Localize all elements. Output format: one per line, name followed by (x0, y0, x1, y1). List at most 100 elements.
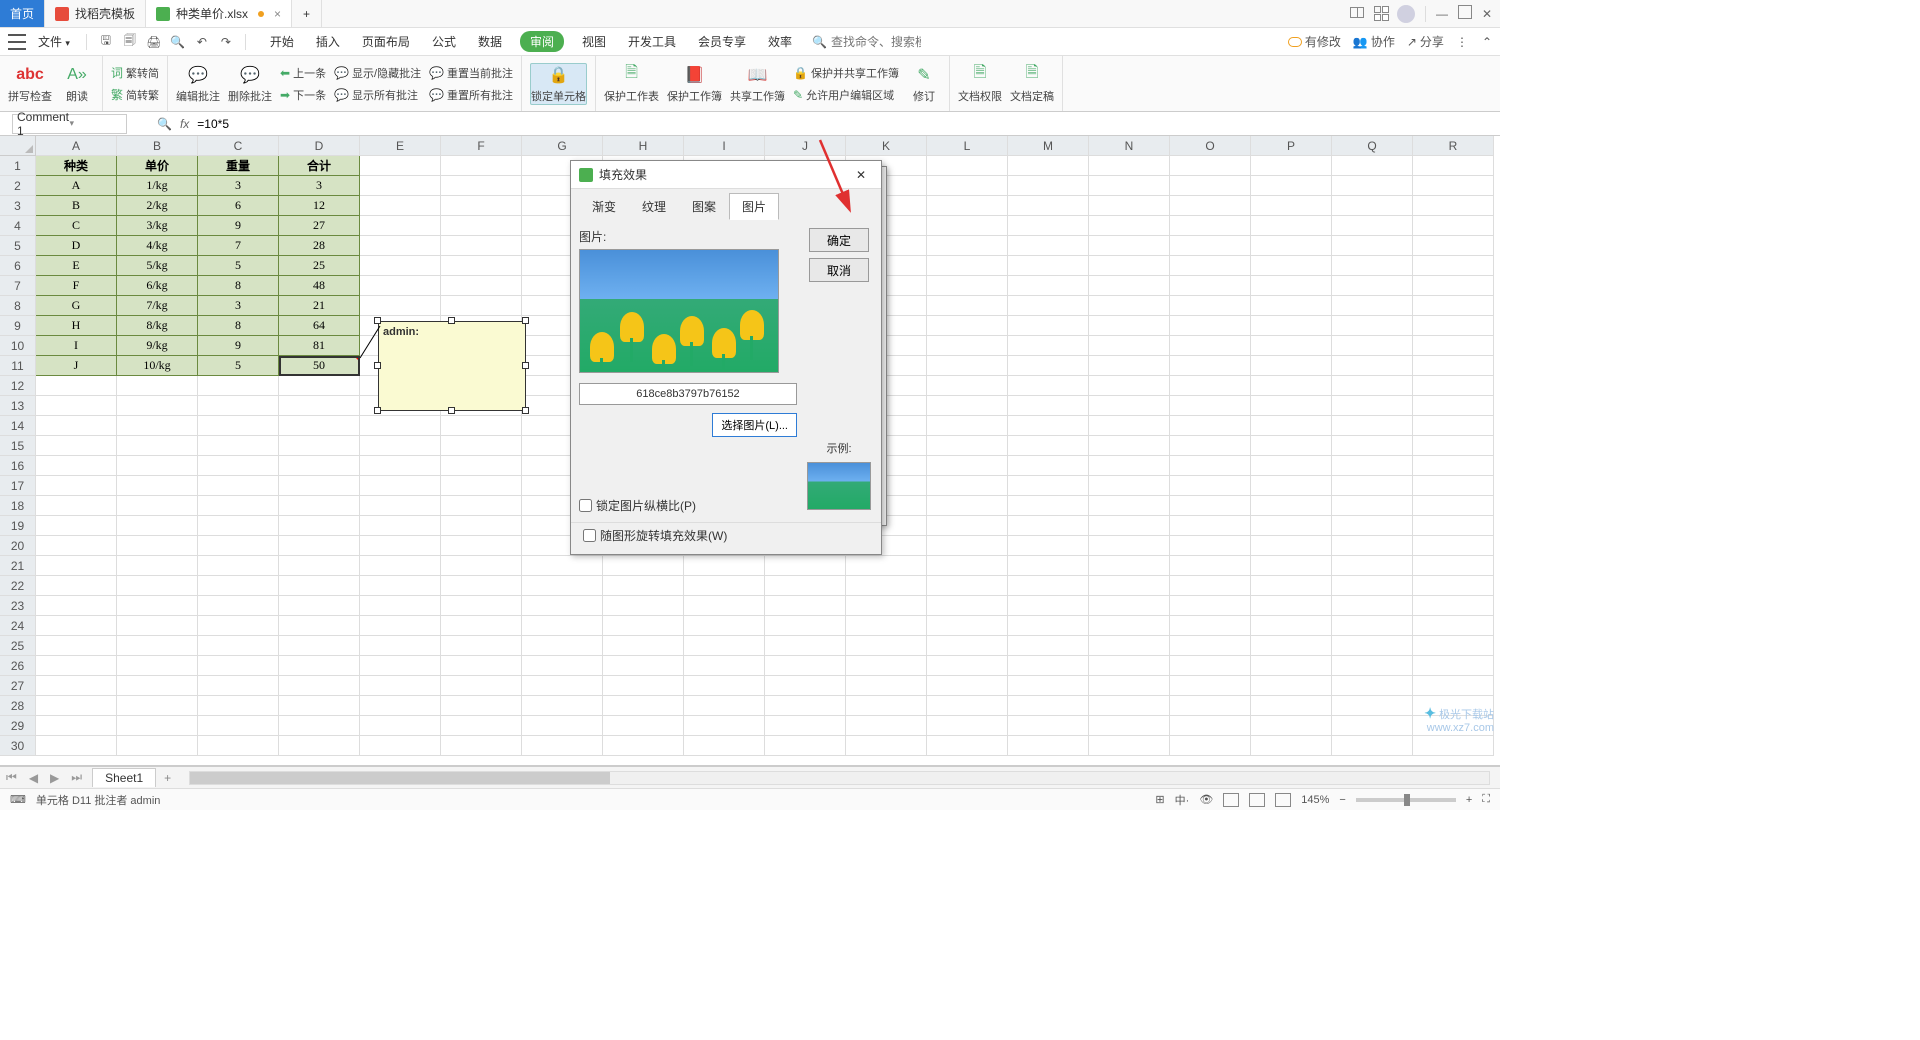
cell[interactable] (360, 636, 441, 656)
cell[interactable] (522, 676, 603, 696)
undo-icon[interactable]: ↶ (193, 35, 211, 49)
reset-all-button[interactable]: 💬重置所有批注 (429, 85, 513, 105)
cell[interactable] (1251, 296, 1332, 316)
add-sheet-button[interactable]: + (156, 771, 179, 785)
cell[interactable] (1332, 416, 1413, 436)
cell[interactable] (1251, 356, 1332, 376)
read-aloud-button[interactable]: A»朗读 (60, 64, 94, 104)
cell[interactable] (684, 556, 765, 576)
cell[interactable] (1008, 236, 1089, 256)
cell[interactable] (1008, 736, 1089, 756)
resize-handle[interactable] (522, 317, 529, 324)
sheet-nav-prev-icon[interactable]: ◀ (23, 771, 44, 785)
cell[interactable] (279, 736, 360, 756)
layout-icon[interactable] (1350, 7, 1364, 21)
cell[interactable] (1413, 636, 1494, 656)
cell[interactable] (1170, 156, 1251, 176)
cell[interactable] (279, 696, 360, 716)
allow-edit-range-button[interactable]: ✎允许用户编辑区域 (793, 85, 899, 105)
cell[interactable] (1008, 416, 1089, 436)
select-all-corner[interactable] (0, 136, 36, 156)
save-icon[interactable]: 🖫 (97, 31, 115, 52)
cell[interactable] (1332, 356, 1413, 376)
cell[interactable] (1413, 276, 1494, 296)
cell[interactable] (279, 576, 360, 596)
cell[interactable]: 7/kg (117, 296, 198, 316)
cell[interactable] (360, 556, 441, 576)
cell[interactable] (927, 516, 1008, 536)
cell[interactable] (1008, 616, 1089, 636)
cell[interactable] (1089, 656, 1170, 676)
cell[interactable] (198, 716, 279, 736)
reset-current-button[interactable]: 💬重置当前批注 (429, 63, 513, 83)
cell[interactable] (1089, 496, 1170, 516)
cell[interactable] (1332, 716, 1413, 736)
tab-gradient[interactable]: 渐变 (579, 193, 629, 220)
cell[interactable] (1413, 676, 1494, 696)
cell[interactable] (1332, 196, 1413, 216)
cell[interactable] (1089, 276, 1170, 296)
cell[interactable] (1332, 496, 1413, 516)
cell[interactable] (36, 536, 117, 556)
cell[interactable] (1170, 696, 1251, 716)
cell[interactable] (1413, 736, 1494, 756)
cell[interactable] (846, 716, 927, 736)
cell[interactable] (927, 256, 1008, 276)
cell[interactable] (36, 556, 117, 576)
cell[interactable] (927, 596, 1008, 616)
cell[interactable] (927, 476, 1008, 496)
cell[interactable] (1251, 596, 1332, 616)
cell[interactable] (1170, 336, 1251, 356)
cell[interactable] (360, 296, 441, 316)
cell[interactable] (279, 516, 360, 536)
fx-icon[interactable]: fx (180, 117, 189, 131)
cell[interactable] (117, 496, 198, 516)
cell[interactable] (1251, 496, 1332, 516)
cell[interactable] (1251, 276, 1332, 296)
cell[interactable]: H (36, 316, 117, 336)
cell[interactable] (360, 196, 441, 216)
cell[interactable] (198, 476, 279, 496)
cell[interactable]: 8 (198, 276, 279, 296)
cell[interactable] (1089, 596, 1170, 616)
cell[interactable] (360, 456, 441, 476)
cell[interactable] (1251, 716, 1332, 736)
cell[interactable] (1332, 436, 1413, 456)
close-window-icon[interactable]: ✕ (1482, 7, 1492, 21)
cell[interactable] (1170, 376, 1251, 396)
cell[interactable] (441, 636, 522, 656)
cell[interactable] (36, 416, 117, 436)
cell[interactable]: 6/kg (117, 276, 198, 296)
cell[interactable] (927, 196, 1008, 216)
cell[interactable] (1332, 156, 1413, 176)
cell[interactable] (1089, 336, 1170, 356)
share-button[interactable]: ↗分享 (1407, 33, 1444, 50)
row-header[interactable]: 18 (0, 496, 36, 516)
cell[interactable] (1251, 516, 1332, 536)
cell[interactable] (1413, 436, 1494, 456)
cell[interactable] (1008, 356, 1089, 376)
cell[interactable] (927, 736, 1008, 756)
sheet-nav-first-icon[interactable]: ⏮ (0, 770, 23, 785)
cell[interactable] (1008, 396, 1089, 416)
cell[interactable] (1089, 636, 1170, 656)
cell[interactable] (279, 596, 360, 616)
simp2trad-button[interactable]: 繁简转繁 (111, 85, 159, 105)
cell[interactable] (1170, 676, 1251, 696)
cell[interactable]: 10/kg (117, 356, 198, 376)
cell[interactable] (441, 556, 522, 576)
cell[interactable] (1008, 476, 1089, 496)
cell[interactable] (1089, 476, 1170, 496)
cell[interactable]: J (36, 356, 117, 376)
cell[interactable] (1251, 556, 1332, 576)
cell[interactable]: 28 (279, 236, 360, 256)
horizontal-scrollbar[interactable] (189, 771, 1490, 785)
cell[interactable] (1089, 216, 1170, 236)
view-break-icon[interactable] (1275, 793, 1291, 807)
cell[interactable] (1008, 336, 1089, 356)
edit-comment-button[interactable]: 💬编辑批注 (176, 64, 220, 104)
cell[interactable] (1332, 516, 1413, 536)
row-header[interactable]: 5 (0, 236, 36, 256)
cell[interactable] (36, 376, 117, 396)
cell[interactable] (927, 496, 1008, 516)
